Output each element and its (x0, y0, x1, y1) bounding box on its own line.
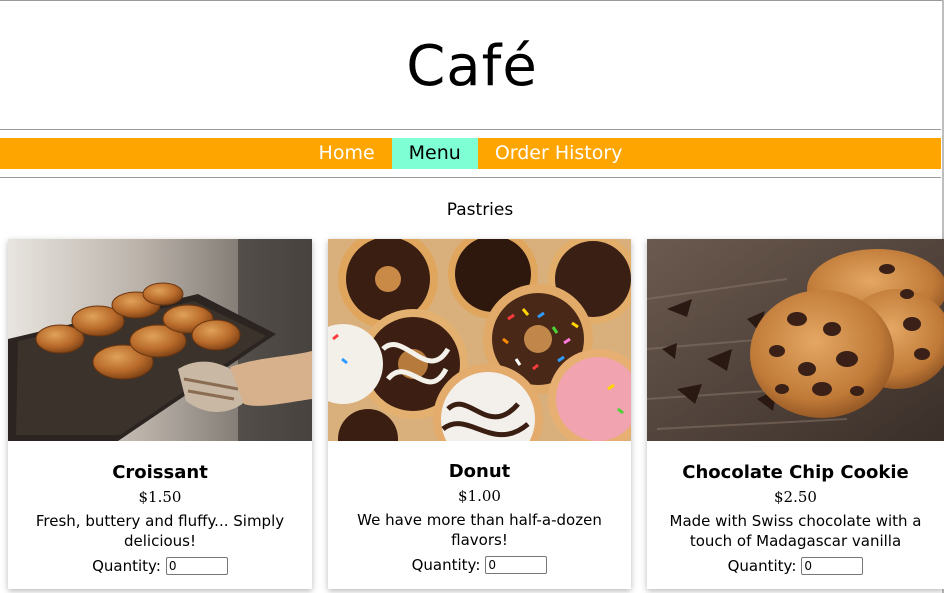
section-title: Pastries (446, 200, 514, 220)
quantity-row: Quantity: (8, 556, 312, 576)
quantity-label: Quantity: (727, 557, 797, 575)
nav-order-history-link[interactable]: Order History (478, 138, 640, 169)
product-name: Croissant (112, 462, 208, 483)
quantity-input-croissant[interactable] (165, 557, 228, 575)
product-price: $1.00 (458, 487, 501, 505)
header-divider (0, 129, 941, 130)
chocolate-chip-cookie-image (647, 239, 944, 441)
nav-menu-link[interactable]: Menu (391, 138, 478, 169)
nav-home-link[interactable]: Home (302, 138, 392, 169)
site-title: Café (406, 34, 538, 99)
product-description: We have more than half-a-dozen flavors! (357, 511, 602, 549)
nav-divider (0, 177, 941, 178)
product-price: $1.50 (138, 488, 182, 506)
product-name: Chocolate Chip Cookie (682, 462, 909, 483)
product-description: Fresh, buttery and fluffy... Simply deli… (35, 512, 285, 550)
product-card-chocolate-chip-cookie: Chocolate Chip Cookie $2.50 Made with Sw… (647, 239, 944, 589)
product-price: $2.50 (774, 488, 817, 506)
croissant-image (8, 239, 312, 441)
site-header: Café (0, 1, 944, 129)
quantity-row: Quantity: (647, 556, 944, 576)
product-name: Donut (448, 461, 511, 482)
quantity-row: Quantity: (328, 555, 631, 575)
donut-image (328, 239, 631, 441)
quantity-input-donut[interactable] (485, 556, 548, 574)
product-card-donut: Donut $1.00 We have more than half-a-doz… (328, 239, 631, 589)
product-description: Made with Swiss chocolate with a touch o… (669, 512, 922, 550)
quantity-input-chocolate-chip-cookie[interactable] (801, 557, 864, 575)
product-card-croissant: Croissant $1.50 Fresh, buttery and fluff… (8, 239, 312, 589)
quantity-label: Quantity: (92, 557, 161, 575)
main-navbar: Home Menu Order History (0, 138, 941, 169)
quantity-label: Quantity: (411, 556, 481, 574)
